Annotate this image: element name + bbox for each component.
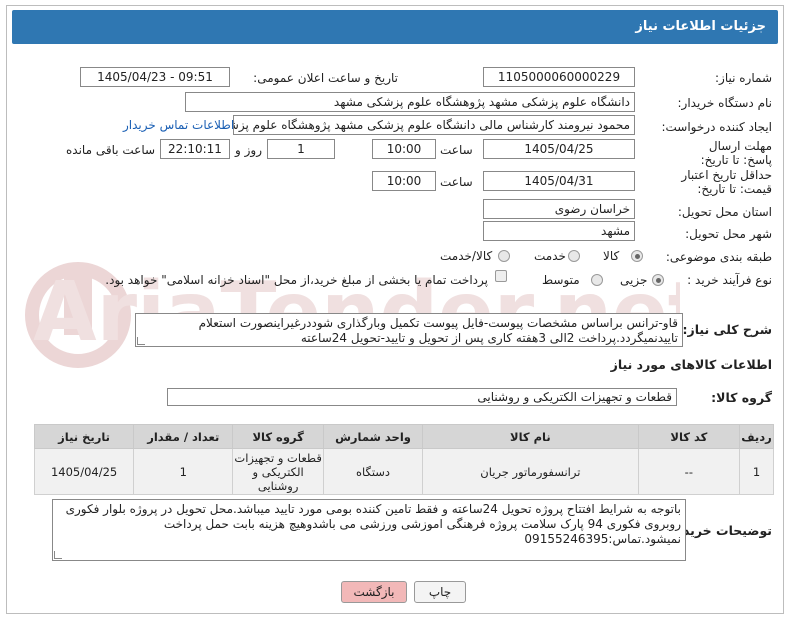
treasury-payment-note: پرداخت تمام یا بخشی از مبلغ خرید،از محل … xyxy=(105,273,488,287)
creator-field[interactable]: محمود نیرومند کارشناس مالی دانشگاه علوم … xyxy=(233,115,635,135)
summary-line-1: قاو-ترانس براساس مشخصات پیوست-فایل پیوست… xyxy=(198,316,678,330)
deadline-time-label: ساعت xyxy=(440,143,473,157)
goods-section-title: اطلاعات کالاهای مورد نیاز xyxy=(610,357,772,372)
goods-table: ردیف کد کالا نام کالا واحد شمارش گروه کا… xyxy=(33,424,774,495)
col-row: ردیف xyxy=(739,424,774,449)
summary-resize-handle[interactable] xyxy=(137,337,145,345)
purchase-option-medium: متوسط xyxy=(542,273,580,287)
purchase-radio-minor[interactable] xyxy=(652,274,664,286)
goods-group-label: گروه کالا: xyxy=(711,390,772,405)
cell-group: قطعات و تجهیزات الکتریکی و روشنایی xyxy=(232,448,324,495)
treasury-payment-checkbox[interactable] xyxy=(495,270,507,282)
summary-line-2: تاییدنمیگردد.پرداخت 2الی 3هفته کاری پس ا… xyxy=(300,331,678,345)
creator-label: ایجاد کننده درخواست: xyxy=(661,120,772,134)
col-name: نام کالا xyxy=(422,424,639,449)
cell-group-line-1: قطعات و تجهیزات xyxy=(234,450,322,465)
city-label: شهر محل تحویل: xyxy=(685,227,772,241)
days-remaining-field[interactable]: 1 xyxy=(267,139,335,159)
notes-line-3: نمیشود.تماس:09155246395 xyxy=(524,532,681,546)
category-radio-goods-service[interactable] xyxy=(498,250,510,262)
remaining-label: ساعت باقی مانده xyxy=(66,143,156,157)
category-radio-service[interactable] xyxy=(568,250,580,262)
col-qty: تعداد / مقدار xyxy=(133,424,234,449)
notes-line-1: باتوجه به شرایط افتتاح پروژه تحویل 24ساع… xyxy=(65,502,681,516)
validity-label: حداقل تاریخ اعتبار قیمت: تا تاریخ: xyxy=(681,168,772,196)
goods-table-header: ردیف کد کالا نام کالا واحد شمارش گروه کا… xyxy=(33,424,774,449)
cell-row: 1 xyxy=(739,448,774,495)
col-unit: واحد شمارش xyxy=(322,424,424,449)
category-option-goods: کالا xyxy=(603,249,620,263)
announce-label: تاریخ و ساعت اعلان عمومی: xyxy=(253,71,398,85)
cell-qty: 1 xyxy=(133,448,234,495)
cell-unit: دستگاه xyxy=(322,448,424,495)
province-field[interactable]: خراسان رضوی xyxy=(483,199,635,219)
goods-group-field[interactable]: قطعات و تجهیزات الکتریکی و روشنایی xyxy=(167,388,677,406)
category-label: طبقه بندی موضوعی: xyxy=(665,250,772,264)
validity-date-field[interactable]: 1405/04/31 xyxy=(483,171,635,191)
notes-line-2: روبروی فکوری 94 پارک سلامت پروژه فرهنگی … xyxy=(163,517,681,531)
col-group: گروه کالا xyxy=(232,424,324,449)
deadline-time-field[interactable]: 10:00 xyxy=(372,139,436,159)
cell-date: 1405/04/25 xyxy=(33,448,135,495)
cell-group-line-3: روشنایی xyxy=(257,478,299,493)
validity-time-field[interactable]: 10:00 xyxy=(372,171,436,191)
buyer-label: نام دستگاه خریدار: xyxy=(677,96,773,110)
category-option-goods-service: کالا/خدمت xyxy=(440,249,493,263)
purchase-option-minor: جزیی xyxy=(620,273,648,287)
category-option-service: خدمت xyxy=(534,249,566,263)
province-label: استان محل تحویل: xyxy=(677,205,772,219)
category-radio-goods[interactable] xyxy=(631,250,643,262)
cell-code: -- xyxy=(637,448,741,495)
deadline-label: مهلت ارسال پاسخ: تا تاریخ: xyxy=(700,139,772,167)
days-label: روز و xyxy=(235,143,262,157)
cell-group-line-2: الکتریکی و xyxy=(252,464,304,479)
need-number-label: شماره نیاز: xyxy=(715,71,772,85)
page-title: جزئیات اطلاعات نیاز xyxy=(12,10,778,44)
city-field[interactable]: مشهد xyxy=(483,221,635,241)
summary-textarea[interactable]: قاو-ترانس براساس مشخصات پیوست-فایل پیوست… xyxy=(135,313,683,347)
deadline-date-field[interactable]: 1405/04/25 xyxy=(483,139,635,159)
buyer-field[interactable]: دانشگاه علوم پزشکی مشهد پژوهشگاه علوم پز… xyxy=(185,92,635,112)
table-row: 1 -- ترانسفورماتور جریان دستگاه قطعات و … xyxy=(33,448,774,495)
time-remaining-field[interactable]: 22:10:11 xyxy=(160,139,230,159)
validity-time-label: ساعت xyxy=(440,175,473,189)
buyer-notes-textarea[interactable]: باتوجه به شرایط افتتاح پروژه تحویل 24ساع… xyxy=(52,499,686,561)
col-code: کد کالا xyxy=(637,424,741,449)
back-button[interactable]: بازگشت xyxy=(341,581,407,603)
cell-name: ترانسفورماتور جریان xyxy=(422,448,639,495)
print-button[interactable]: چاپ xyxy=(414,581,466,603)
purchase-radio-medium[interactable] xyxy=(591,274,603,286)
col-date: تاریخ نیاز xyxy=(33,424,135,449)
notes-resize-handle[interactable] xyxy=(54,551,62,559)
summary-label: شرح کلی نیاز: xyxy=(682,322,772,337)
need-number-field[interactable]: 1105000060000229 xyxy=(483,67,635,87)
purchase-type-label: نوع فرآیند خرید : xyxy=(687,273,772,287)
announce-datetime-field[interactable]: 1405/04/23 - 09:51 xyxy=(80,67,230,87)
buyer-contact-link[interactable]: اطلاعات تماس خریدار xyxy=(123,118,234,132)
